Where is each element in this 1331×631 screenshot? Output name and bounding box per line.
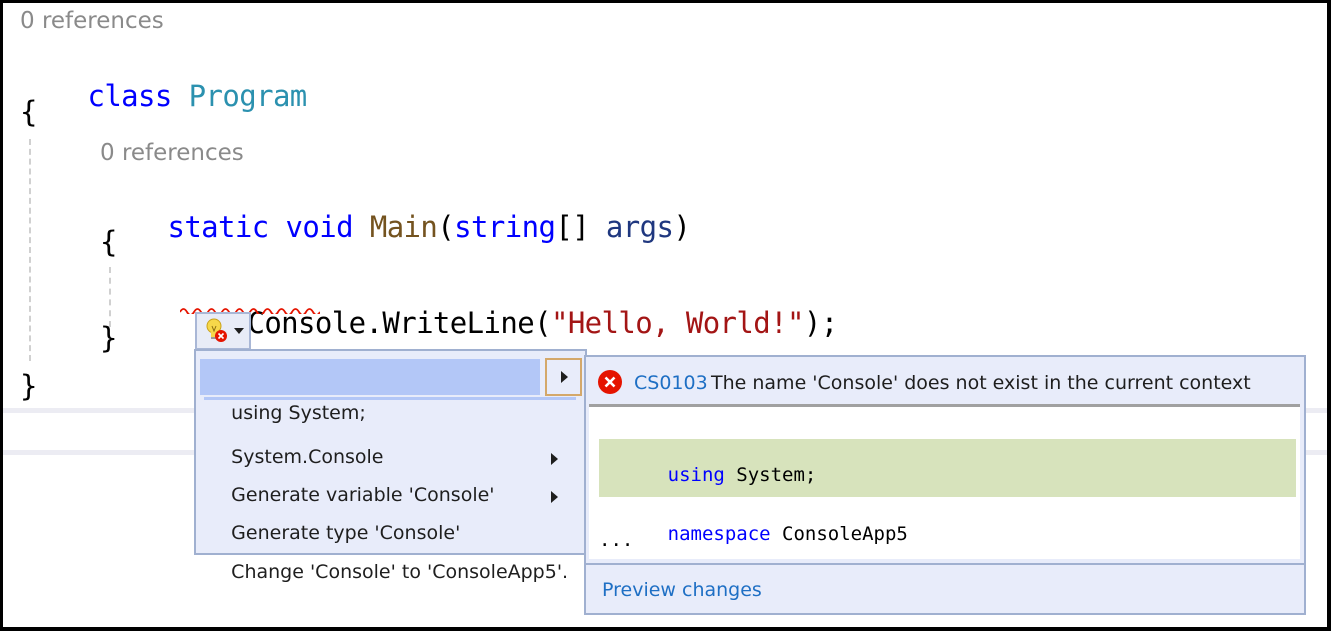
error-message: The name 'Console' does not exist in the…	[711, 372, 1251, 394]
caret-down-icon[interactable]	[234, 328, 244, 334]
brackets: []	[555, 210, 606, 244]
chevron-right-icon	[551, 491, 558, 503]
keyword: using	[667, 464, 725, 486]
class-name: Program	[188, 79, 308, 113]
parameter-name: args	[605, 210, 674, 244]
diagnostic-header: CS0103 The name 'Console' does not exist…	[586, 357, 1304, 403]
code-line-open-brace: {	[100, 225, 117, 259]
quick-actions-button[interactable]	[195, 312, 251, 350]
code-line-class: class Program	[20, 45, 307, 147]
submenu-expand-button[interactable]	[545, 358, 582, 396]
keyword: static	[167, 210, 269, 244]
lightbulb-error-icon	[206, 318, 227, 342]
menu-separator	[204, 397, 576, 400]
code-text: ConsoleApp5	[770, 523, 908, 545]
string-literal: "Hello, World!"	[550, 306, 805, 340]
code-line-open-brace: {	[20, 95, 37, 129]
preview-line: namespace ConsoleApp5	[599, 501, 908, 567]
preview-line-added: using System;	[599, 442, 817, 508]
keyword: class	[87, 79, 172, 113]
line-separator	[1306, 450, 1327, 455]
preview-panel: CS0103 The name 'Console' does not exist…	[584, 355, 1306, 615]
code-text: System;	[724, 464, 817, 486]
code-preview: using System; namespace ConsoleApp5 ...	[589, 404, 1300, 559]
preview-changes-link[interactable]: Preview changes	[602, 579, 762, 601]
paren: (	[437, 210, 455, 244]
codelens-references[interactable]: 0 references	[100, 140, 244, 166]
method-name: Main	[369, 210, 438, 244]
method-call: .WriteLine(	[365, 306, 551, 340]
indent-guide	[29, 139, 31, 361]
chevron-right-icon	[551, 453, 558, 465]
error-circle-icon	[598, 370, 622, 394]
punctuation: );	[803, 306, 838, 340]
code-line-close-brace: }	[20, 369, 37, 403]
keyword: string	[454, 210, 556, 244]
chevron-right-icon	[561, 371, 568, 383]
keyword: namespace	[667, 523, 771, 545]
menu-item-change-console[interactable]: Change 'Console' to 'ConsoleApp5'.	[200, 518, 580, 583]
codelens-references[interactable]: 0 references	[20, 8, 164, 34]
keyword: void	[285, 210, 354, 244]
menu-item-generate-variable[interactable]: Generate variable 'Console'	[200, 441, 580, 506]
error-code-link[interactable]: CS0103	[634, 372, 708, 394]
code-line-close-brace: }	[100, 321, 117, 355]
preview-line-ellipsis: ...	[599, 529, 634, 551]
paren: )	[673, 210, 691, 244]
menu-item-using-system[interactable]: using System;	[200, 359, 540, 424]
code-line-main: static void Main(string[] args)	[100, 176, 690, 278]
menu-item-label: Change 'Console' to 'ConsoleApp5'.	[231, 561, 569, 583]
menu-item-system-console[interactable]: System.Console	[200, 403, 580, 468]
menu-item-generate-type[interactable]: Generate type 'Console'	[200, 479, 580, 544]
quick-actions-menu: using System; System.Console Generate va…	[194, 349, 587, 583]
preview-footer: Preview changes	[586, 563, 1304, 613]
line-separator	[1306, 408, 1327, 413]
